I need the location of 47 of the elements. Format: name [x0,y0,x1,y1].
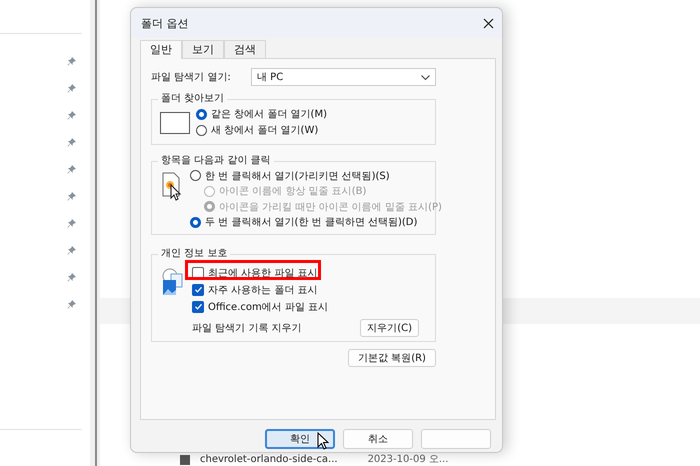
pin-icon[interactable] [67,299,77,309]
dialog-button[interactable]: 취소 [343,429,413,449]
window-title: 폴더 옵션 [141,16,188,30]
pin-icon[interactable] [67,191,77,201]
restore-defaults-button[interactable]: 기본값 복원(R) [348,349,436,367]
radio-button[interactable] [196,124,207,136]
option-label: 새 창에서 폴더 열기(W) [211,124,318,137]
option-label: 한 번 클릭해서 열기(가리키면 선택됨)(S) [205,170,390,183]
clear-button[interactable]: 지우기(C) [360,319,419,337]
field-label: 파일 탐색기 열기: [151,71,232,84]
pin-icon[interactable] [67,137,77,147]
option-label: 두 번 클릭해서 열기(한 번 클릭하면 선택됨)(D) [205,216,418,230]
tab[interactable]: 보기 [182,40,224,58]
dropdown[interactable]: 내 PC [251,68,436,86]
checkbox[interactable] [192,300,204,312]
tab[interactable]: 검색 [224,40,266,58]
pin-icon[interactable] [67,110,77,120]
pin-icon[interactable] [67,56,77,66]
privacy-icon [162,268,184,296]
file-pointer-icon [162,172,182,202]
file-name: chevrolet-orlando-side-ca... [200,454,338,465]
file-date: 2023-10-09 오... [368,454,448,465]
option-label: 아이콘 이름에 항상 밑줄 표시(B) [219,185,366,198]
pin-icon[interactable] [67,272,77,282]
checkbox[interactable] [192,284,204,296]
checkbox[interactable] [192,266,204,278]
checkbox-label: 최근에 사용한 파일 표시 [208,266,318,280]
pin-icon[interactable] [67,164,77,174]
radio-button[interactable] [190,216,201,228]
option-label: 같은 창에서 폴더 열기(M) [211,108,327,121]
option-label: 아이콘을 가리킬 때만 아이콘 이름에 밑줄 표시(P) [219,200,442,214]
checkbox-label: Office.com에서 파일 표시 [208,300,328,314]
scrollbar[interactable] [90,0,100,466]
field-label: 파일 탐색기 기록 지우기 [192,322,302,335]
pin-icon[interactable] [67,245,77,255]
window-icon [160,112,190,134]
close-icon[interactable] [483,18,494,28]
caret-icon [421,74,430,80]
image-file-icon [180,454,190,464]
tab[interactable]: 일반 [140,40,182,59]
dialog-button[interactable]: 확인 [265,429,335,449]
radio-button[interactable] [190,170,201,182]
pin-icon[interactable] [67,83,77,93]
radio-button[interactable] [196,108,207,120]
checkbox-label: 자주 사용하는 폴더 표시 [208,284,318,296]
mouse-cursor-icon [317,432,329,450]
pin-icon[interactable] [67,218,77,228]
